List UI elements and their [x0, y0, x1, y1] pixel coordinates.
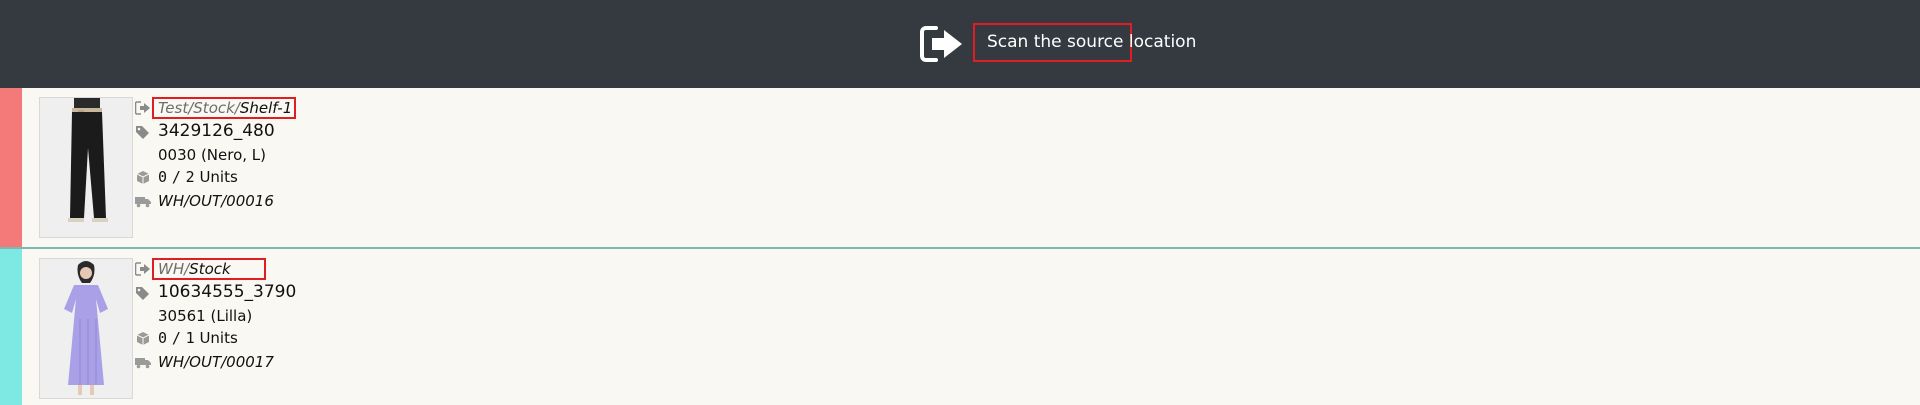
scan-header: Scan the source location	[0, 0, 1920, 88]
cube-icon	[136, 171, 150, 184]
product-variant: 30561 (Lilla)	[158, 307, 253, 325]
picking-reference: WH/OUT/00017	[158, 353, 274, 371]
product-code: 3429126_480	[158, 121, 275, 141]
tags-icon	[136, 126, 149, 139]
qty-done: 0	[158, 329, 168, 347]
source-location[interactable]: WH/Stock	[152, 258, 266, 280]
qty-total: 2	[185, 168, 195, 186]
qty-total: 1	[185, 329, 195, 347]
unit-of-measure: Units	[199, 329, 238, 347]
qty-done: 0	[158, 168, 168, 186]
truck-icon	[135, 358, 151, 369]
qty-separator: /	[171, 329, 181, 347]
location-name: Stock	[189, 260, 231, 278]
location-name: Shelf-1	[239, 99, 293, 117]
sign-in-arrow-icon	[920, 26, 962, 62]
move-line[interactable]: WH/Stock 10634555_3790 30561 (Lilla) 0 /…	[0, 247, 1920, 405]
quantity: 0 / 2 Units	[158, 168, 238, 186]
source-location[interactable]: Test/Stock/Shelf-1	[152, 97, 296, 119]
tags-icon	[136, 287, 149, 300]
qty-separator: /	[171, 168, 181, 186]
location-path: WH/	[158, 260, 190, 278]
picking-reference: WH/OUT/00016	[158, 192, 274, 210]
quantity: 0 / 1 Units	[158, 329, 238, 347]
black-trousers-image	[40, 98, 132, 237]
product-image	[39, 258, 133, 399]
lilac-dress-image	[40, 259, 132, 398]
status-stripe	[0, 249, 22, 405]
scan-prompt: Scan the source location	[973, 23, 1196, 62]
unit-of-measure: Units	[199, 168, 238, 186]
product-variant: 0030 (Nero, L)	[158, 146, 267, 164]
status-stripe	[0, 88, 22, 247]
source-location-icon	[135, 262, 150, 276]
move-line[interactable]: Test/Stock/Shelf-1 3429126_480 0030 (Ner…	[0, 88, 1920, 247]
location-path: Test/Stock/	[158, 99, 240, 117]
product-code: 10634555_3790	[158, 282, 297, 302]
truck-icon	[135, 197, 151, 208]
product-image	[39, 97, 133, 238]
cube-icon	[136, 332, 150, 345]
source-location-icon	[135, 101, 150, 115]
